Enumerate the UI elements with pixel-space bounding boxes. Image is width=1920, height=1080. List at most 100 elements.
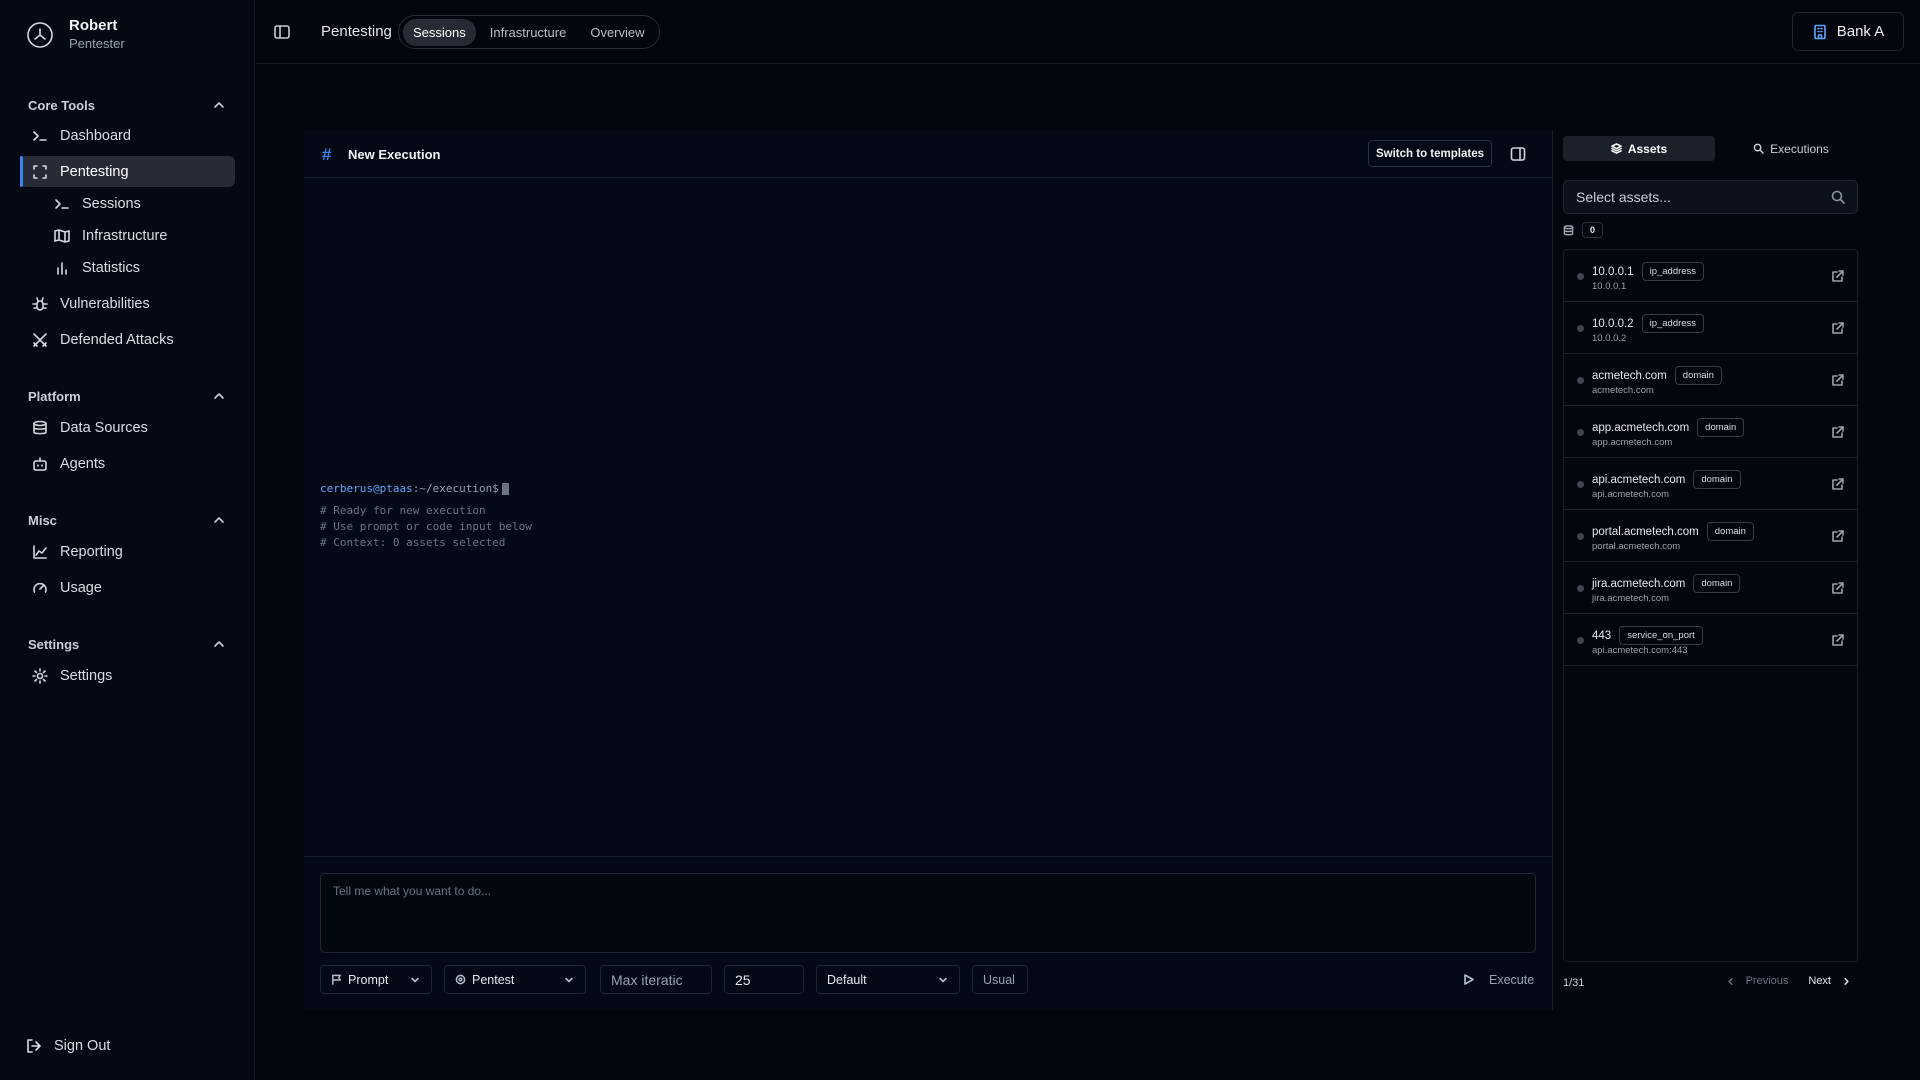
chevron-down-icon	[563, 974, 575, 986]
asset-type-badge: domain	[1693, 574, 1741, 593]
divider	[304, 856, 1552, 857]
list-item[interactable]: 443 service_on_port api.acmetech.com:443	[1564, 614, 1857, 666]
profile-value: Default	[827, 972, 867, 987]
chevron-up-icon	[212, 513, 226, 527]
sidebar: Robert Pentester Core Tools Dashboard Pe…	[0, 0, 255, 1080]
asset-name: api.acmetech.com	[1592, 473, 1686, 486]
max-iterations-input[interactable]: 25	[724, 965, 804, 994]
sign-out-button[interactable]: Sign Out	[26, 1038, 110, 1054]
bug-icon	[32, 296, 48, 312]
chevron-up-icon	[212, 389, 226, 403]
external-link-icon[interactable]	[1831, 529, 1845, 543]
breadcrumb[interactable]: Pentesting	[321, 23, 392, 40]
next-page-button[interactable]: Next	[1808, 975, 1852, 987]
sidebar-item-reporting[interactable]: Reporting	[20, 536, 235, 567]
list-item[interactable]: api.acmetech.com domain api.acmetech.com	[1564, 458, 1857, 510]
asset-value: portal.acmetech.com	[1592, 541, 1681, 552]
list-item[interactable]: 10.0.0.2 ip_address 10.0.0.2	[1564, 302, 1857, 354]
sidebar-item-label: Vulnerabilities	[60, 295, 150, 312]
switch-to-templates-button[interactable]: Switch to templates	[1368, 140, 1492, 167]
usual-toggle[interactable]: Usual	[972, 965, 1028, 994]
chevron-down-icon	[937, 974, 949, 986]
database-icon	[32, 420, 48, 436]
section-settings[interactable]: Settings	[28, 635, 226, 653]
list-item[interactable]: portal.acmetech.com domain portal.acmetec…	[1564, 510, 1857, 562]
list-item[interactable]: acmetech.com domain acmetech.com	[1564, 354, 1857, 406]
asset-name: acmetech.com	[1592, 369, 1667, 382]
terminal-comment: # Context: 0 assets selected	[320, 536, 506, 549]
user-name: Robert	[69, 17, 118, 34]
asset-name: portal.acmetech.com	[1592, 525, 1699, 538]
section-core-tools[interactable]: Core Tools	[28, 96, 226, 114]
asset-type-badge: domain	[1697, 418, 1745, 437]
section-platform[interactable]: Platform	[28, 387, 226, 405]
sidebar-item-agents[interactable]: Agents	[20, 448, 235, 479]
mode-select[interactable]: Prompt	[320, 965, 432, 994]
asset-name: app.acmetech.com	[1592, 421, 1690, 434]
max-iterations-value: 25	[735, 971, 751, 988]
play-icon	[1462, 973, 1475, 986]
tab-infrastructure[interactable]: Infrastructure	[480, 19, 577, 46]
sidebar-item-data-sources[interactable]: Data Sources	[20, 412, 235, 443]
terminal-comment: # Ready for new execution	[320, 504, 486, 517]
external-link-icon[interactable]	[1831, 477, 1845, 491]
terminal-cursor	[501, 483, 509, 495]
type-select[interactable]: Pentest	[444, 965, 586, 994]
external-link-icon[interactable]	[1831, 581, 1845, 595]
prompt-input[interactable]: Tell me what you want to do...	[320, 873, 1536, 953]
usual-label: Usual	[983, 972, 1015, 987]
section-title: Misc	[28, 512, 57, 528]
external-link-icon[interactable]	[1831, 633, 1845, 647]
execute-label: Execute	[1489, 972, 1535, 987]
search-icon	[1753, 143, 1764, 154]
selected-count-badge: 0	[1582, 222, 1604, 238]
external-link-icon[interactable]	[1831, 425, 1845, 439]
panel-toggle-icon[interactable]	[1510, 146, 1526, 162]
profile-select[interactable]: Default	[816, 965, 960, 994]
section-misc[interactable]: Misc	[28, 511, 226, 529]
next-label: Next	[1808, 975, 1831, 987]
execute-button[interactable]: Execute	[1452, 965, 1542, 994]
status-dot	[1577, 429, 1584, 436]
sidebar-item-infrastructure[interactable]: Infrastructure	[42, 220, 232, 251]
external-link-icon[interactable]	[1831, 269, 1845, 283]
asset-type-badge: ip_address	[1641, 314, 1705, 333]
search-icon	[1831, 190, 1845, 204]
sidebar-item-usage[interactable]: Usage	[20, 572, 235, 603]
tab-overview[interactable]: Overview	[580, 19, 654, 46]
sidebar-item-vulnerabilities[interactable]: Vulnerabilities	[20, 288, 235, 319]
sidebar-item-settings[interactable]: Settings	[20, 660, 235, 691]
asset-type-badge: domain	[1706, 522, 1754, 541]
tab-executions[interactable]: Executions	[1715, 136, 1867, 161]
page-indicator: 1/31	[1563, 977, 1585, 989]
sidebar-item-label: Sessions	[82, 195, 141, 212]
sidebar-item-defended-attacks[interactable]: Defended Attacks	[20, 324, 235, 355]
previous-page-button[interactable]: Previous	[1725, 975, 1788, 987]
chevron-up-icon	[212, 98, 226, 112]
sidebar-item-dashboard[interactable]: Dashboard	[20, 120, 235, 151]
tab-sessions[interactable]: Sessions	[403, 18, 476, 46]
asset-value: app.acmetech.com	[1592, 437, 1673, 448]
prompt-placeholder: Tell me what you want to do...	[333, 884, 492, 898]
scan-icon	[32, 164, 48, 180]
sidebar-item-pentesting[interactable]: Pentesting	[20, 156, 235, 187]
sidebar-item-sessions[interactable]: Sessions	[42, 188, 232, 219]
user-role: Pentester	[69, 36, 125, 51]
status-dot	[1577, 533, 1584, 540]
sidebar-toggle-icon[interactable]	[273, 23, 291, 41]
asset-name: jira.acmetech.com	[1592, 577, 1686, 590]
list-item[interactable]: 10.0.0.1 ip_address 10.0.0.1	[1564, 250, 1857, 302]
asset-value: 10.0.0.2	[1592, 333, 1627, 344]
org-switcher-button[interactable]: Bank A	[1792, 12, 1904, 51]
external-link-icon[interactable]	[1831, 321, 1845, 335]
pagination: Previous Next	[1725, 975, 1852, 987]
sidebar-item-label: Infrastructure	[82, 227, 168, 244]
asset-search-placeholder: Select assets...	[1576, 189, 1671, 205]
user-profile[interactable]: Robert Pentester	[26, 17, 125, 52]
tab-assets[interactable]: Assets	[1563, 136, 1715, 161]
list-item[interactable]: jira.acmetech.com domain jira.acmetech.co…	[1564, 562, 1857, 614]
sidebar-item-statistics[interactable]: Statistics	[42, 252, 232, 283]
list-item[interactable]: app.acmetech.com domain app.acmetech.com	[1564, 406, 1857, 458]
external-link-icon[interactable]	[1831, 373, 1845, 387]
asset-search-input[interactable]: Select assets...	[1563, 180, 1858, 214]
